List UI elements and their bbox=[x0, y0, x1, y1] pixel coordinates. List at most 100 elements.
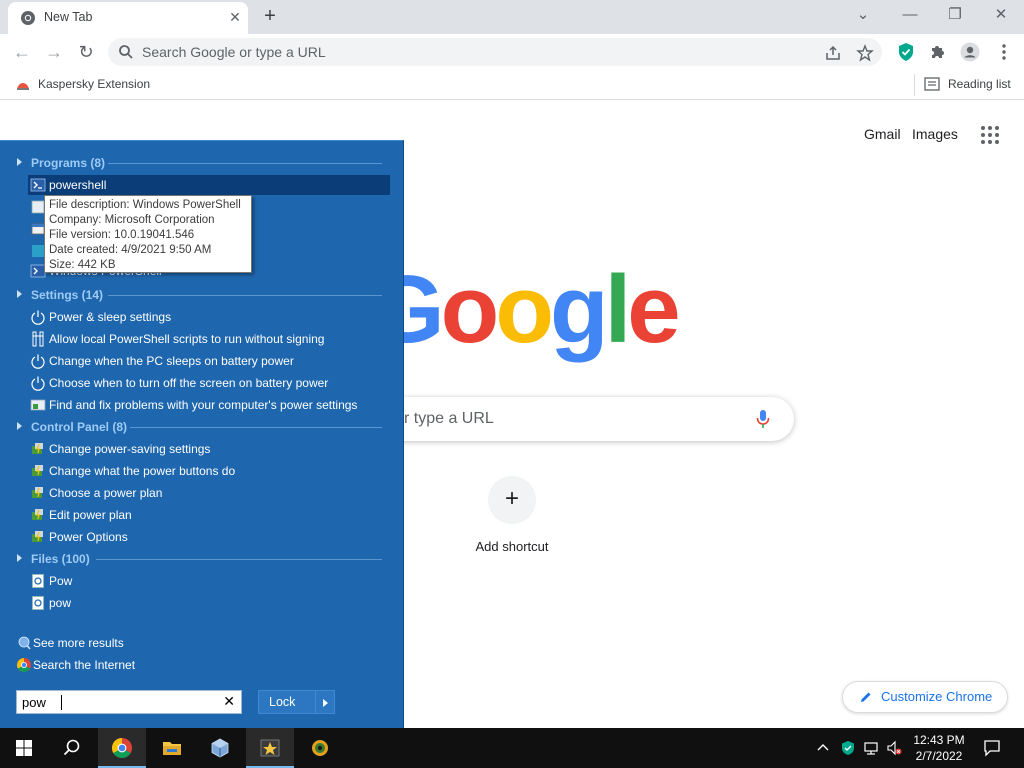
customize-chrome-button[interactable]: Customize Chrome bbox=[842, 681, 1008, 713]
minimize-button[interactable]: — bbox=[897, 4, 923, 26]
system-clock[interactable]: 12:43 PM 2/7/2022 bbox=[904, 732, 974, 764]
volume-muted-icon[interactable] bbox=[886, 740, 902, 756]
taskbar-app-gear[interactable] bbox=[296, 728, 344, 768]
windows-logo-icon bbox=[16, 740, 32, 756]
tab-search-chevron-icon[interactable]: ⌄ bbox=[850, 4, 876, 26]
lock-button[interactable]: Lock bbox=[258, 690, 316, 714]
tooltip-line: Date created: 4/9/2021 9:50 AM bbox=[49, 244, 212, 256]
power-icon bbox=[31, 354, 45, 369]
gmail-link[interactable]: Gmail bbox=[864, 126, 901, 142]
taskbar: 12:43 PM 2/7/2022 bbox=[0, 728, 1024, 768]
result-setting[interactable]: Allow local PowerShell scripts to run wi… bbox=[28, 329, 390, 349]
result-control-panel[interactable]: Change what the power buttons do bbox=[28, 461, 390, 481]
chrome-icon bbox=[17, 658, 31, 672]
result-label: Change power-saving settings bbox=[49, 442, 211, 456]
result-powershell[interactable]: powershell bbox=[28, 175, 390, 195]
result-setting[interactable]: Change when the PC sleeps on battery pow… bbox=[28, 351, 390, 371]
google-logo: Google bbox=[370, 262, 681, 358]
voice-search-mic-icon[interactable] bbox=[756, 409, 770, 429]
forward-button[interactable]: → bbox=[42, 40, 66, 64]
category-label: Settings (14) bbox=[31, 288, 104, 302]
result-control-panel[interactable]: Edit power plan bbox=[28, 505, 390, 525]
show-hidden-icons-chevron-icon[interactable] bbox=[815, 740, 831, 756]
logo-letter: e bbox=[627, 256, 680, 363]
back-button[interactable]: ← bbox=[10, 40, 34, 64]
customize-chrome-label: Customize Chrome bbox=[881, 689, 993, 704]
tab-new-tab[interactable]: New Tab ✕ bbox=[8, 2, 248, 34]
power-options-icon bbox=[32, 487, 43, 498]
tooltip-line: File version: 10.0.19041.546 bbox=[49, 229, 195, 241]
restore-button[interactable]: ❐ bbox=[942, 4, 968, 26]
folder-icon bbox=[163, 742, 181, 755]
power-icon bbox=[31, 376, 45, 391]
kaspersky-tray-icon[interactable] bbox=[840, 740, 856, 756]
logo-letter: l bbox=[604, 256, 632, 363]
start-button[interactable] bbox=[0, 728, 48, 768]
share-icon[interactable] bbox=[824, 44, 842, 62]
close-window-button[interactable]: ✕ bbox=[988, 4, 1014, 26]
ntp-search-placeholder: r type a URL bbox=[404, 410, 494, 427]
category-divider bbox=[108, 163, 382, 164]
reload-button[interactable]: ↻ bbox=[74, 40, 98, 64]
bookmark-star-icon[interactable] bbox=[856, 44, 874, 62]
expand-arrow-icon bbox=[17, 290, 22, 298]
power-options-arrow-button[interactable] bbox=[315, 690, 335, 714]
result-file[interactable]: pow bbox=[28, 593, 390, 613]
category-divider bbox=[130, 427, 382, 428]
taskbar-file-explorer[interactable] bbox=[148, 728, 196, 768]
extensions-puzzle-icon[interactable] bbox=[928, 42, 948, 62]
result-setting[interactable]: Find and fix problems with your computer… bbox=[28, 395, 390, 415]
search-internet-link[interactable]: Search the Internet bbox=[14, 655, 314, 675]
taskbar-chrome[interactable] bbox=[98, 728, 146, 768]
add-shortcut-button[interactable]: + bbox=[488, 476, 536, 524]
bookmark-kaspersky[interactable]: Kaspersky Extension bbox=[38, 77, 150, 91]
category-control-panel[interactable]: Control Panel (8) bbox=[0, 417, 400, 437]
taskbar-app-star[interactable] bbox=[246, 728, 294, 768]
category-settings[interactable]: Settings (14) bbox=[0, 285, 400, 305]
result-label: Edit power plan bbox=[49, 508, 132, 522]
category-files[interactable]: Files (100) bbox=[0, 549, 400, 569]
result-setting[interactable]: Choose when to turn off the screen on ba… bbox=[28, 373, 390, 393]
result-control-panel[interactable]: Choose a power plan bbox=[28, 483, 390, 503]
expand-arrow-icon bbox=[17, 422, 22, 430]
tooltip-line: Size: 442 KB bbox=[49, 259, 116, 271]
browser-toolbar: ← → ↻ Search Google or type a URL bbox=[0, 34, 1024, 70]
search-internet-label: Search the Internet bbox=[33, 658, 136, 672]
result-label: powershell bbox=[49, 178, 107, 192]
network-icon[interactable] bbox=[863, 740, 879, 756]
more-menu-icon[interactable] bbox=[994, 42, 1014, 62]
taskbar-virtualbox[interactable] bbox=[196, 728, 244, 768]
new-tab-button[interactable]: + bbox=[258, 5, 282, 29]
taskbar-search-button[interactable] bbox=[48, 728, 96, 768]
see-more-results-link[interactable]: See more results bbox=[14, 633, 314, 653]
clear-search-icon[interactable]: ✕ bbox=[223, 693, 235, 710]
result-control-panel[interactable]: Power Options bbox=[28, 527, 390, 547]
google-apps-grid-icon[interactable] bbox=[980, 125, 1000, 145]
start-search-value: pow bbox=[22, 695, 46, 710]
star-app-icon bbox=[260, 739, 280, 757]
file-icon bbox=[32, 574, 44, 588]
result-label: Choose when to turn off the screen on ba… bbox=[49, 376, 329, 390]
result-setting[interactable]: Power & sleep settings bbox=[28, 307, 390, 327]
omnibox[interactable]: Search Google or type a URL bbox=[108, 38, 882, 66]
cube-icon bbox=[211, 738, 229, 758]
tab-close-icon[interactable]: ✕ bbox=[226, 8, 244, 26]
search-icon bbox=[63, 739, 80, 756]
reading-list-button[interactable]: Reading list bbox=[948, 77, 1011, 91]
troubleshoot-icon bbox=[30, 399, 46, 411]
clock-date: 2/7/2022 bbox=[915, 749, 963, 763]
profile-avatar-icon[interactable] bbox=[960, 42, 980, 62]
tooltip-line: Company: Microsoft Corporation bbox=[49, 214, 215, 226]
arrow-right-icon bbox=[323, 699, 328, 707]
notifications-icon[interactable] bbox=[983, 739, 1001, 757]
result-label: Choose a power plan bbox=[49, 486, 163, 500]
images-link[interactable]: Images bbox=[912, 126, 958, 142]
tooltip-line: File description: Windows PowerShell bbox=[49, 199, 241, 211]
kaspersky-shield-icon[interactable] bbox=[896, 42, 916, 62]
pencil-icon bbox=[861, 692, 871, 702]
bookmarks-separator bbox=[914, 74, 915, 96]
result-file[interactable]: Pow bbox=[28, 571, 390, 591]
result-control-panel[interactable]: Change power-saving settings bbox=[28, 439, 390, 459]
start-search-input[interactable]: pow ✕ bbox=[16, 690, 242, 714]
category-programs[interactable]: Programs (8) bbox=[0, 153, 400, 173]
